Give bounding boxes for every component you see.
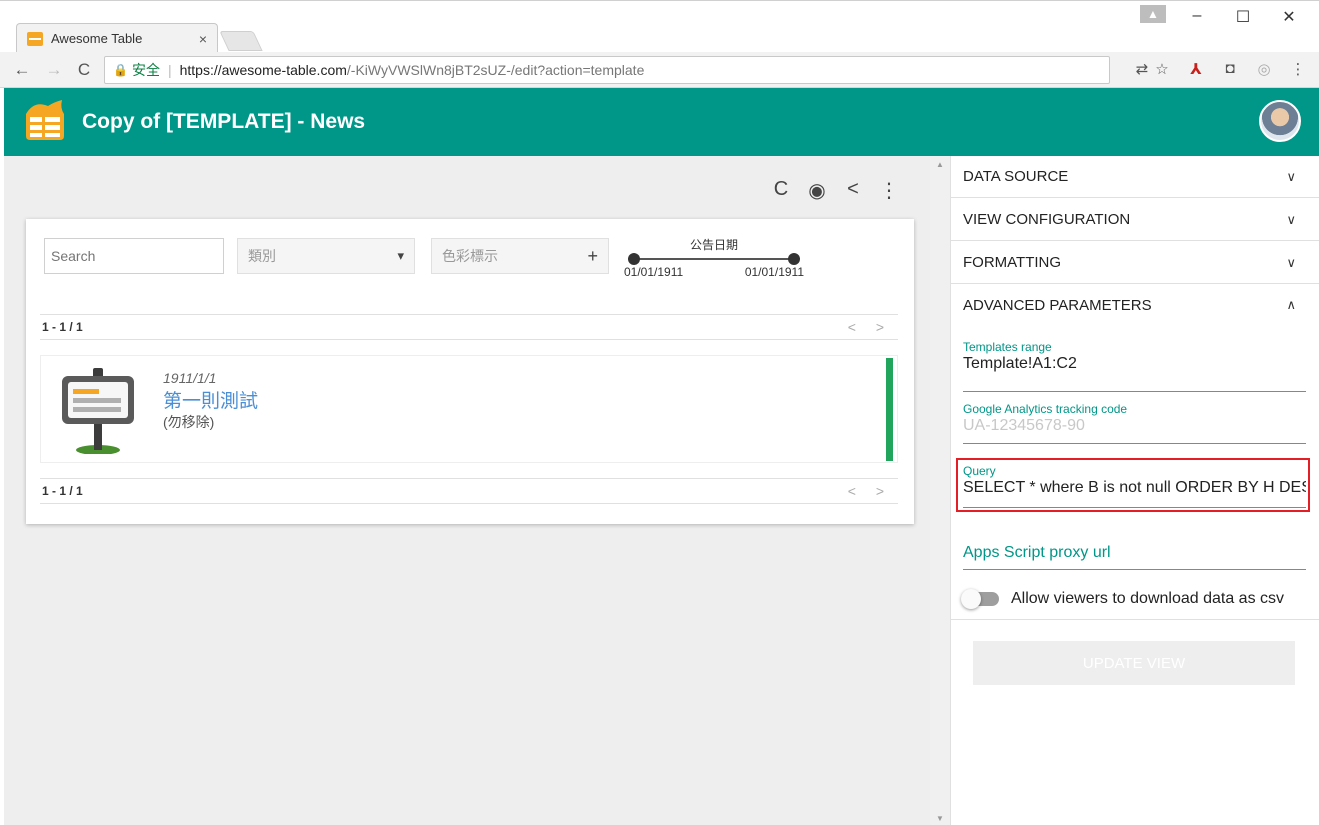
csv-download-toggle[interactable] [961,589,999,609]
new-tab-button[interactable] [219,31,263,51]
scroll-up-icon[interactable]: ▲ [936,160,944,169]
date-range-end-handle[interactable] [788,253,800,265]
csv-download-toggle-row: Allow viewers to download data as csv [961,585,1309,613]
address-separator: | [167,62,172,78]
user-avatar[interactable] [1259,100,1301,142]
pager-arrows-icon[interactable]: < > [848,319,892,335]
view-actions: C ◉ < ⋮ [770,178,900,203]
ga-tracking-label: Google Analytics tracking code [963,402,1128,416]
url-path: /-KiWyVWSlWn8jBT2sUZ-/edit?action=templa… [346,62,645,78]
category-select-label: 類別 [248,248,276,264]
preview-area: C ◉ < ⋮ 類別 ▾ 色彩標示 + 公告日期 01/01/1911 01/0… [4,156,930,825]
date-range-from: 01/01/1911 [624,265,684,279]
back-icon[interactable]: ← [12,60,32,80]
pager-arrows-icon[interactable]: < > [848,483,892,499]
list-item[interactable]: 1911/1/1 第一則測試 (勿移除) [40,355,898,463]
scroll-down-icon[interactable]: ▼ [936,814,944,823]
date-range-to: 01/01/1911 [744,265,804,279]
section-label: VIEW CONFIGURATION [963,211,1131,228]
templates-range-value: Template!A1:C2 [963,355,1077,372]
forward-icon[interactable]: → [44,60,64,80]
pager-count: 1 - 1 / 1 [42,320,83,334]
panel-scrollbar[interactable]: ▲ ▼ [930,156,950,825]
extension-icon[interactable]: ◎ [1254,60,1274,78]
date-range-start-handle[interactable] [628,253,640,265]
chrome-menu-icon[interactable]: ⋮ [1288,60,1308,78]
browser-tab[interactable]: Awesome Table × [16,23,218,53]
secure-label: 安全 [131,62,160,78]
chevron-down-icon: ∨ [1286,211,1296,227]
lock-icon: 🔒 [113,63,128,77]
proxy-url-label: Apps Script proxy url [963,544,1111,561]
share-icon[interactable]: < [842,178,864,203]
app-header: Copy of [TEMPLATE] - News [4,88,1319,156]
minimize-button[interactable]: – [1182,7,1212,25]
templates-range-field[interactable]: Templates range Template!A1:C2 [963,340,1306,392]
csv-download-label: Allow viewers to download data as csv [1011,590,1285,607]
entry-color-marker [886,358,893,461]
section-label: DATA SOURCE [963,168,1069,185]
chevron-down-icon: ∨ [1286,254,1296,270]
toggle-thumb [961,589,981,609]
address-bar[interactable]: 🔒 安全 | https://awesome-table.com /-KiWyV… [104,56,1110,84]
entry-date: 1911/1/1 [163,370,217,386]
color-filter-label: 色彩標示 [442,248,498,264]
ga-tracking-field[interactable]: Google Analytics tracking code UA-123456… [963,402,1306,444]
awesome-table-logo-icon [26,100,64,140]
camera-icon[interactable]: ◘ [1220,60,1240,77]
translate-icon[interactable]: ⇄ [1132,60,1152,78]
close-window-button[interactable]: ✕ [1274,7,1304,27]
query-highlight-box [956,458,1310,512]
tab-close-icon[interactable]: × [199,31,207,47]
browser-toolbar: ← → C 🔒 安全 | https://awesome-table.com /… [0,52,1319,88]
eye-icon[interactable]: ◉ [806,178,828,203]
panel-divider [951,619,1319,620]
templates-range-label: Templates range [963,340,1052,354]
section-label: FORMATTING [963,254,1062,271]
awesome-table-favicon-icon [27,31,43,46]
date-range-track [634,258,794,260]
pdf-icon[interactable]: ⅄ [1186,60,1206,78]
signboard-icon [62,368,134,454]
profile-icon[interactable]: ▲ [1140,5,1166,23]
section-data-source[interactable]: DATA SOURCE ∨ [951,156,1319,198]
chevron-up-icon: ∧ [1286,297,1296,312]
section-advanced-parameters[interactable]: ADVANCED PARAMETERS ∧ [951,284,1319,326]
star-icon[interactable]: ☆ [1152,60,1172,78]
pager-top: 1 - 1 / 1 < > [40,314,898,340]
category-select[interactable]: 類別 ▾ [237,238,415,274]
awesome-table-card: 類別 ▾ 色彩標示 + 公告日期 01/01/1911 01/01/1911 1… [26,219,914,524]
page-title: Copy of [TEMPLATE] - News [82,110,366,133]
update-view-button[interactable]: UPDATE VIEW [973,641,1295,685]
search-input[interactable] [44,238,224,274]
refresh-icon[interactable]: C [770,178,792,203]
entry-headline-link[interactable]: 第一則測試 [163,386,258,413]
chevron-down-icon: ▾ [397,248,404,263]
reload-icon[interactable]: C [74,60,94,80]
browser-titlebar: Awesome Table × ▲ – ☐ ✕ [0,0,1319,53]
proxy-url-field[interactable]: Apps Script proxy url [963,544,1306,570]
chevron-down-icon: ∨ [1286,168,1296,184]
pager-bottom: 1 - 1 / 1 < > [40,478,898,504]
section-label: ADVANCED PARAMETERS [963,296,1152,314]
date-range-slider: 公告日期 01/01/1911 01/01/1911 [624,235,804,283]
more-vert-icon[interactable]: ⋮ [878,178,900,203]
date-range-label: 公告日期 [689,238,738,252]
pager-count: 1 - 1 / 1 [42,484,83,498]
color-filter[interactable]: 色彩標示 + [431,238,609,274]
entry-subtitle: (勿移除) [163,414,215,430]
section-view-configuration[interactable]: VIEW CONFIGURATION ∨ [951,199,1319,241]
plus-icon: + [587,245,598,266]
maximize-button[interactable]: ☐ [1228,7,1258,27]
section-formatting[interactable]: FORMATTING ∨ [951,242,1319,284]
url-host: https://awesome-table.com [179,62,347,78]
tab-title: Awesome Table [51,31,143,46]
ga-tracking-placeholder: UA-12345678-90 [963,417,1085,434]
